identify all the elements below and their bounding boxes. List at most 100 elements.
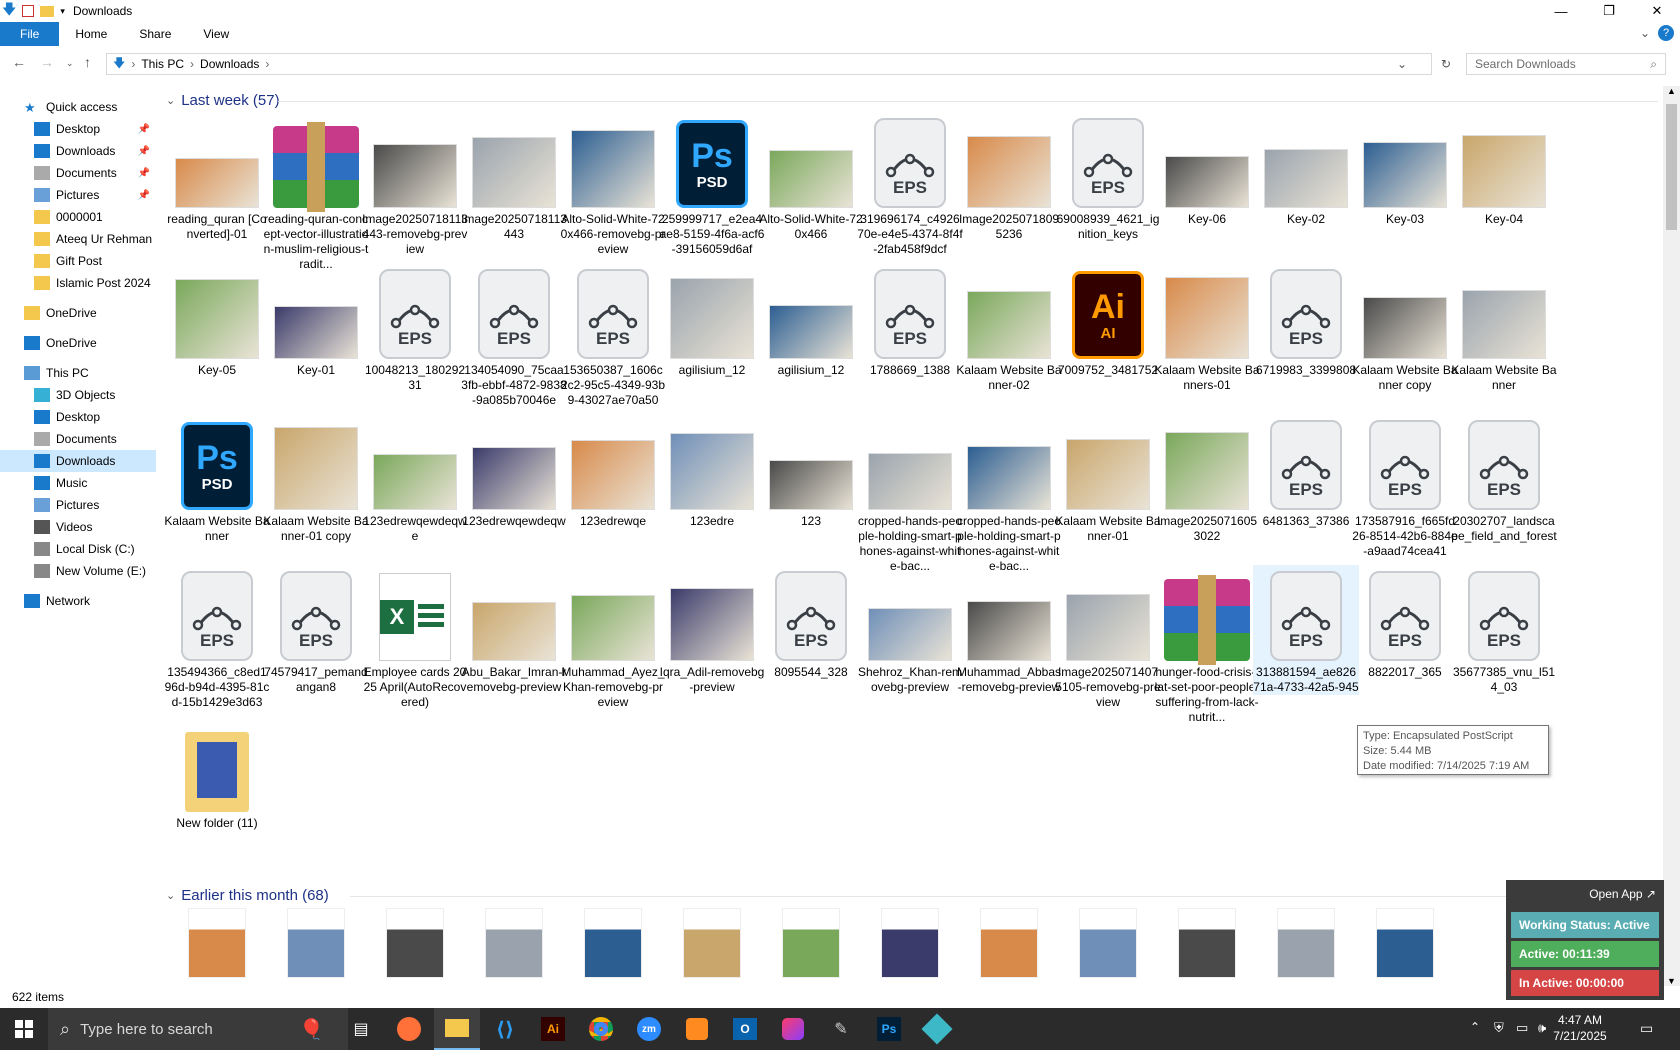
file-tile[interactable]: Kalaam Website Banner-01 copy — [263, 414, 369, 544]
pen-tool-icon[interactable]: ✎ — [818, 1008, 864, 1050]
sidebar-item[interactable]: Videos — [0, 516, 156, 538]
close-button[interactable]: ✕ — [1634, 0, 1680, 22]
file-tile[interactable]: 123edre — [659, 414, 765, 529]
back-arrow-icon[interactable]: ← — [12, 54, 26, 70]
search-highlight-icon[interactable]: 🎈 — [299, 1017, 324, 1042]
file-tile[interactable]: Muhammad_Abbas-removebg-preview — [956, 565, 1062, 695]
sidebar-item[interactable]: Desktop — [0, 406, 156, 428]
file-tile[interactable]: agilisium_12 — [659, 263, 765, 378]
sidebar-item[interactable]: Documents 📌 — [0, 162, 156, 184]
file-tile[interactable]: cropped-hands-people-holding-smart-phone… — [857, 414, 963, 574]
group-header-last-week[interactable]: ⌄ Last week (57) — [166, 92, 280, 109]
file-tile[interactable]: EPS 135494366_c8ed196d-b94d-4395-81cd-15b… — [164, 565, 270, 710]
earlier-file-thumbnail[interactable] — [1178, 908, 1236, 978]
tab-home[interactable]: Home — [59, 22, 123, 46]
sidebar-item[interactable]: New Volume (E:) — [0, 560, 156, 582]
start-button[interactable] — [0, 1008, 48, 1050]
maximize-button[interactable]: ❐ — [1586, 0, 1632, 22]
security-icon[interactable]: ⛨ — [1494, 1020, 1504, 1036]
download-arrow-icon[interactable]: 🡇 — [2, 0, 16, 23]
file-tile[interactable]: Key-03 — [1352, 112, 1458, 227]
address-dropdown-icon[interactable]: ⌄ — [1397, 57, 1407, 71]
file-tile[interactable]: Shehroz_Khan-removebg-preview — [857, 565, 963, 695]
pin-icon[interactable]: 📌 — [138, 146, 150, 157]
minimize-button[interactable]: — — [1538, 0, 1584, 22]
sidebar-item[interactable]: 3D Objects — [0, 384, 156, 406]
tab-share[interactable]: Share — [123, 22, 187, 46]
file-tile[interactable]: Ai AI 7009752_3481752 — [1055, 263, 1161, 378]
file-tile[interactable]: EPS 8095544_328 — [758, 565, 864, 680]
scroll-thumb[interactable] — [1666, 104, 1677, 230]
earlier-file-thumbnail[interactable] — [881, 908, 939, 978]
file-tile[interactable]: Muhammad_Ayez_Khan-removebg-preview — [560, 565, 666, 710]
file-tile[interactable]: EPS 173587916_f665fd26-8514-42b6-884e-a9a… — [1352, 414, 1458, 559]
file-tile[interactable]: EPS 6481363_37386 — [1253, 414, 1359, 529]
file-tile[interactable]: Kalaam Website Banners-01 — [1154, 263, 1260, 393]
chevron-down-icon[interactable]: ⌄ — [166, 889, 175, 902]
file-tile[interactable]: hunger-food-crisis-flat-set-poor-people-… — [1154, 565, 1260, 725]
file-tile[interactable]: Iqra_Adil-removebg-preview — [659, 565, 765, 695]
sidebar-item[interactable]: Downloads — [0, 450, 156, 472]
expand-ribbon-icon[interactable]: ⌄ — [1640, 26, 1650, 40]
file-tile[interactable]: EPS 313881594_ae82671a-4733-42a5-945 — [1253, 565, 1359, 695]
photoshop-icon[interactable]: Ps — [866, 1008, 912, 1050]
file-explorer-icon[interactable] — [434, 1008, 480, 1050]
sidebar-item-quick-access[interactable]: ★ Quick access — [0, 96, 156, 118]
chrome-icon[interactable] — [578, 1008, 624, 1050]
address-bar[interactable]: 🡇 › This PC › Downloads › ⌄ ↻ — [106, 53, 1451, 75]
group-header-earlier-this-month[interactable]: ⌄ Earlier this month (68) — [166, 887, 329, 904]
file-tile[interactable]: Ps PSD Kalaam Website Banner — [164, 414, 270, 544]
chevron-right-icon[interactable]: › — [131, 57, 135, 71]
file-tile[interactable]: EPS 35677385_vnu_l514_03 — [1451, 565, 1557, 695]
file-tile[interactable]: New folder (11) — [164, 716, 270, 831]
tab-file[interactable]: File — [0, 22, 60, 46]
sidebar-item[interactable]: Pictures — [0, 494, 156, 516]
file-tile[interactable]: 123 — [758, 414, 864, 529]
file-tile[interactable]: agilisium_12 — [758, 263, 864, 378]
firefox-icon[interactable] — [386, 1008, 432, 1050]
task-view-icon[interactable]: ▤ — [338, 1008, 384, 1050]
file-tile[interactable]: EPS 319696174_c492670e-e4e5-4374-8f4f-2fa… — [857, 112, 963, 257]
search-input[interactable]: Search Downloads ⌕ — [1466, 53, 1666, 75]
notifications-icon[interactable]: ▭ — [1640, 1020, 1653, 1037]
new-folder-icon[interactable] — [40, 5, 55, 17]
illustrator-icon[interactable]: Ai — [530, 1008, 576, 1050]
file-tile[interactable]: 123edrewqewdeqwe — [362, 414, 468, 544]
breadcrumb-this-pc[interactable]: This PC — [141, 57, 184, 71]
file-tile[interactable]: EPS 153650387_1606c2c2-95c5-4349-93b9-430… — [560, 263, 666, 408]
pin-icon[interactable]: 📌 — [138, 168, 150, 179]
earlier-file-thumbnail[interactable] — [386, 908, 444, 978]
open-app-button[interactable]: Open App ↗ — [1589, 887, 1656, 901]
system-clock[interactable]: 4:47 AM 7/21/2025 — [1548, 1012, 1612, 1044]
file-tile[interactable]: Image20250714075105-removebg-preview — [1055, 565, 1161, 710]
file-tile[interactable]: EPS 134054090_75caa3fb-ebbf-4872-9838-9a0… — [461, 263, 567, 408]
creative-cloud-icon[interactable] — [770, 1008, 816, 1050]
earlier-file-thumbnail[interactable] — [485, 908, 543, 978]
file-tile[interactable]: Kalaam Website Banner — [1451, 263, 1557, 393]
earlier-file-thumbnail[interactable] — [287, 908, 345, 978]
sidebar-item[interactable]: Ateeq Ur Rehman — [0, 228, 156, 250]
file-tile[interactable]: Alto-Solid-White-720x466-removebg-previe… — [560, 112, 666, 257]
recent-locations-icon[interactable]: ⌄ — [66, 58, 74, 69]
file-tile[interactable]: 123edrewqewdeqw — [461, 414, 567, 529]
file-tile[interactable]: EPS 6719983_3399808 — [1253, 263, 1359, 378]
file-tile[interactable]: EPS 1788669_1388 — [857, 263, 963, 378]
scroll-up-icon[interactable]: ▲ — [1667, 86, 1676, 96]
pin-icon[interactable]: 📌 — [138, 124, 150, 135]
taskbar-search-input[interactable]: ⌕ Type here to search 🎈 — [48, 1008, 348, 1050]
earlier-file-thumbnail[interactable] — [1079, 908, 1137, 978]
app-orange-icon[interactable] — [674, 1008, 720, 1050]
file-tile[interactable]: Image20250718113443 — [461, 112, 567, 242]
file-tile[interactable]: Ps PSD 259999717_e2ea4ae8-5159-4f6a-acf6-3… — [659, 112, 765, 257]
file-tile[interactable]: X Employee cards 2025 April(AutoRecovered… — [362, 565, 468, 710]
file-tile[interactable]: EPS 74579417_pemandangan8 — [263, 565, 369, 695]
file-tile[interactable]: Alto-Solid-White-720x466 — [758, 112, 864, 242]
file-tile[interactable]: EPS 8822017_365 — [1352, 565, 1458, 680]
earlier-file-thumbnail[interactable] — [1376, 908, 1434, 978]
customize-toolbar-icon[interactable]: ▾ — [60, 6, 65, 17]
file-tile[interactable]: 123edrewqe — [560, 414, 666, 529]
sidebar-item[interactable]: Islamic Post 2024 — [0, 272, 156, 294]
forward-arrow-icon[interactable]: → — [40, 54, 54, 70]
file-tile[interactable]: reading-quran-concept-vector-illustratio… — [263, 112, 369, 272]
file-tile[interactable]: EPS 20302707_landscape_field_and_forest — [1451, 414, 1557, 544]
